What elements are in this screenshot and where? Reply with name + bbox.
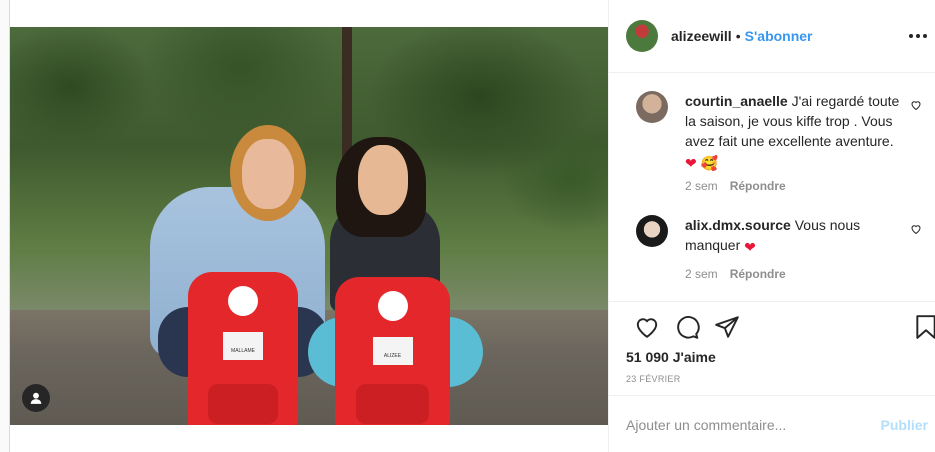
comment-time[interactable]: 2 sem — [685, 179, 718, 193]
comment-like-icon[interactable] — [910, 223, 922, 235]
post-side-panel: alizeewill • S'abonner courtin_anaelle J… — [608, 0, 935, 452]
backpack-name-tag: ALIZEE — [372, 337, 413, 365]
heart-icon — [636, 318, 658, 338]
owner-username[interactable]: alizeewill — [671, 28, 732, 44]
photo-person-left-face — [242, 139, 294, 209]
post-actions: 51 090 J'aime 23 FÉVRIER — [609, 301, 935, 395]
publish-button[interactable]: Publier — [881, 417, 928, 433]
comment-username[interactable]: alix.dmx.source — [685, 217, 791, 233]
owner-avatar[interactable] — [626, 20, 658, 52]
more-options-icon[interactable] — [909, 26, 927, 46]
comments-list: courtin_anaelle J'ai regardé toute la sa… — [609, 73, 935, 301]
post-photo[interactable]: MALLAME ALIZEE — [10, 27, 608, 425]
comment-item: courtin_anaelle J'ai regardé toute la sa… — [626, 91, 926, 201]
backpack-pocket — [207, 384, 279, 424]
comment-like-icon[interactable] — [910, 99, 922, 111]
commenter-avatar[interactable] — [636, 91, 668, 123]
user-tag-button[interactable] — [22, 384, 50, 412]
comment-meta: 2 sem Répondre — [685, 267, 786, 281]
reply-button[interactable]: Répondre — [730, 179, 786, 193]
comment-text: courtin_anaelle J'ai regardé toute la sa… — [685, 91, 907, 173]
photo-red-backpack-left: MALLAME — [188, 272, 298, 425]
comment-item: alix.dmx.source Vous nous manquer ❤ 2 se… — [626, 215, 926, 285]
photo-red-backpack-right: ALIZEE — [335, 277, 450, 425]
backpack-logo — [377, 291, 408, 321]
red-heart-emoji: ❤ — [744, 239, 756, 255]
like-button[interactable] — [634, 314, 660, 340]
instagram-post: MALLAME ALIZEE alizeewill • S'abonner co… — [9, 0, 935, 452]
commenter-avatar[interactable] — [636, 215, 668, 247]
follow-button[interactable]: S'abonner — [745, 28, 813, 44]
comment-input[interactable] — [626, 414, 856, 436]
add-comment-bar: Publier — [609, 395, 935, 452]
backpack-logo — [228, 286, 258, 316]
user-tag-icon — [30, 392, 42, 404]
share-button[interactable] — [714, 314, 740, 340]
comment-meta: 2 sem Répondre — [685, 179, 786, 193]
post-date[interactable]: 23 FÉVRIER — [626, 374, 681, 384]
smiling-face-hearts-emoji: 🥰 — [700, 155, 719, 171]
reply-button[interactable]: Répondre — [730, 267, 786, 281]
comment-icon — [677, 316, 700, 339]
post-header: alizeewill • S'abonner — [609, 0, 935, 73]
comment-username[interactable]: courtin_anaelle — [685, 93, 788, 109]
comment-time[interactable]: 2 sem — [685, 267, 718, 281]
header-separator: • — [735, 28, 741, 44]
photo-person-right-face — [358, 145, 408, 215]
save-button[interactable] — [913, 314, 935, 340]
backpack-pocket — [355, 384, 430, 424]
comment-text: alix.dmx.source Vous nous manquer ❤ — [685, 215, 907, 257]
comment-button[interactable] — [674, 314, 700, 340]
likes-count[interactable]: 51 090 J'aime — [626, 349, 716, 365]
red-heart-emoji: ❤ — [685, 155, 697, 171]
bookmark-icon — [916, 315, 935, 339]
backpack-name-tag: MALLAME — [223, 332, 263, 360]
share-icon — [715, 316, 739, 338]
